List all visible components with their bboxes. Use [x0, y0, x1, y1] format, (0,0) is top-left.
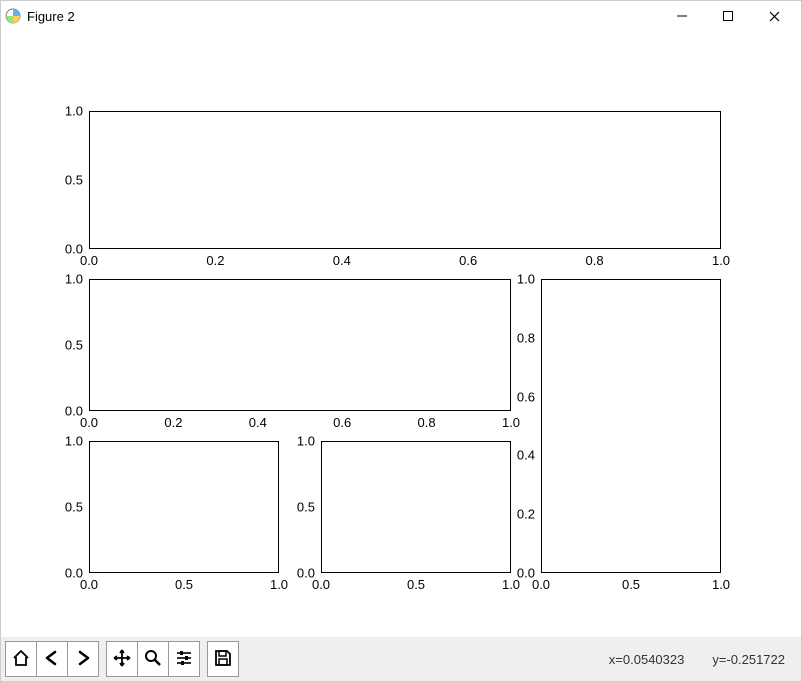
window-close-button[interactable] [751, 1, 797, 31]
ytick-label-right: 1.0 [505, 272, 535, 287]
pan-button[interactable] [106, 641, 138, 677]
subplot-bottom-center[interactable] [321, 441, 511, 573]
subplot-right-tall[interactable] [541, 279, 721, 573]
xtick-label: 0.2 [164, 415, 182, 430]
xtick-label: 1.0 [502, 415, 520, 430]
home-icon [11, 648, 31, 671]
figure-canvas[interactable]: 0.0 0.2 0.4 0.6 0.8 1.0 0.0 0.5 1.0 0.0 0.2 0.4 0.6 0… [1, 31, 801, 637]
ytick-label: 0.5 [53, 173, 83, 188]
ytick-label: 1.0 [53, 272, 83, 287]
sliders-icon [174, 648, 194, 671]
ytick-label: 0.5 [285, 500, 315, 515]
window-titlebar: Figure 2 [1, 1, 801, 31]
window-maximize-button[interactable] [705, 1, 751, 31]
window-title: Figure 2 [27, 9, 75, 24]
subplot-top[interactable] [89, 111, 721, 249]
move-icon [112, 648, 132, 671]
ytick-label: 1.0 [53, 434, 83, 449]
xtick-label: 0.4 [333, 253, 351, 268]
app-icon [5, 8, 21, 24]
arrow-left-icon [42, 648, 62, 671]
ytick-label: 0.0 [53, 404, 83, 419]
window-minimize-button[interactable] [659, 1, 705, 31]
matplotlib-toolbar: x=0.0540323 y=-0.251722 [1, 637, 801, 681]
cursor-status: x=0.0540323 y=-0.251722 [609, 652, 797, 667]
zoom-button[interactable] [137, 641, 169, 677]
xtick-label: 0.2 [206, 253, 224, 268]
subplot-middle-left[interactable] [89, 279, 511, 411]
xtick-label: 0.5 [175, 577, 193, 592]
xtick-label: 0.6 [459, 253, 477, 268]
cursor-y: y=-0.251722 [712, 652, 785, 667]
ytick-label: 0.0 [53, 242, 83, 257]
configure-button[interactable] [168, 641, 200, 677]
xtick-label: 1.0 [712, 253, 730, 268]
home-button[interactable] [5, 641, 37, 677]
xtick-label: 0.8 [418, 415, 436, 430]
xtick-label: 0.5 [407, 577, 425, 592]
xtick-label: 0.5 [622, 577, 640, 592]
xtick-label: 1.0 [712, 577, 730, 592]
save-icon [213, 648, 233, 671]
ytick-label: 1.0 [285, 434, 315, 449]
ytick-label: 0.0 [53, 566, 83, 581]
cursor-x: x=0.0540323 [609, 652, 685, 667]
xtick-label: 0.4 [249, 415, 267, 430]
xtick-label: 0.8 [586, 253, 604, 268]
ytick-label: 0.0 [285, 566, 315, 581]
magnifier-icon [143, 648, 163, 671]
save-button[interactable] [207, 641, 239, 677]
forward-button[interactable] [67, 641, 99, 677]
ytick-label: 0.5 [53, 338, 83, 353]
ytick-label: 0.5 [53, 500, 83, 515]
back-button[interactable] [36, 641, 68, 677]
ytick-label: 1.0 [53, 104, 83, 119]
ytick-label-right: 0.6 [505, 389, 535, 404]
arrow-right-icon [73, 648, 93, 671]
ytick-label-right: 0.8 [505, 330, 535, 345]
xtick-label: 0.6 [333, 415, 351, 430]
subplot-bottom-left[interactable] [89, 441, 279, 573]
xtick-label: 1.0 [502, 577, 520, 592]
